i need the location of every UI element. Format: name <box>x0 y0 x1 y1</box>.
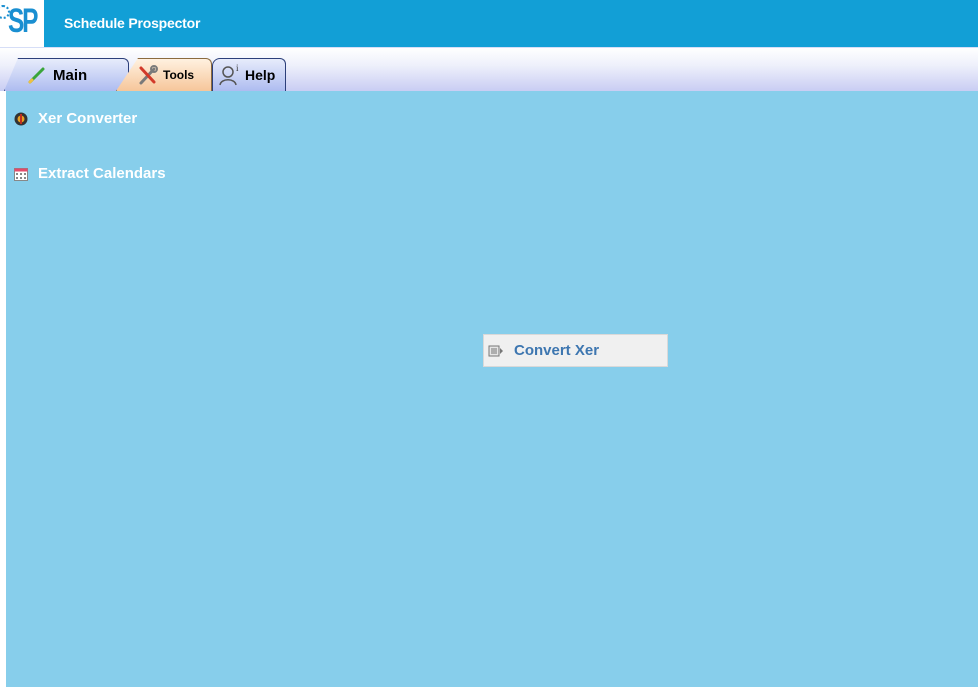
pencil-icon <box>27 65 47 85</box>
converter-icon <box>14 112 28 126</box>
app-logo: SP <box>0 0 44 47</box>
tab-help-label: Help <box>245 67 276 83</box>
convert-xer-button[interactable]: Convert Xer <box>483 334 668 367</box>
tab-strip: Main Tools i Help <box>0 47 978 91</box>
sidebar-item-label: Extract Calendars <box>38 165 166 182</box>
tools-panel: Xer Converter Extract Calendars Convert … <box>4 91 978 687</box>
sidebar-item-label: Xer Converter <box>38 110 138 127</box>
tab-tools-label: Tools <box>163 68 195 82</box>
app-title: Schedule Prospector <box>64 15 201 31</box>
tab-tools[interactable]: Tools <box>116 58 212 91</box>
svg-text:i: i <box>236 63 239 73</box>
tab-main-label: Main <box>53 66 88 84</box>
calendar-icon <box>14 167 28 181</box>
sidebar-item-xer-converter[interactable]: Xer Converter <box>14 110 137 127</box>
convert-xer-label: Convert Xer <box>514 342 600 359</box>
tools-icon <box>137 64 159 86</box>
logo-text: SP <box>8 2 39 40</box>
sidebar-item-extract-calendars[interactable]: Extract Calendars <box>14 165 166 182</box>
help-person-icon: i <box>219 63 243 87</box>
title-bar: SP Schedule Prospector <box>0 0 978 47</box>
tab-help[interactable]: i Help <box>212 58 286 91</box>
tab-main[interactable]: Main <box>4 58 129 91</box>
convert-file-icon <box>488 344 504 358</box>
